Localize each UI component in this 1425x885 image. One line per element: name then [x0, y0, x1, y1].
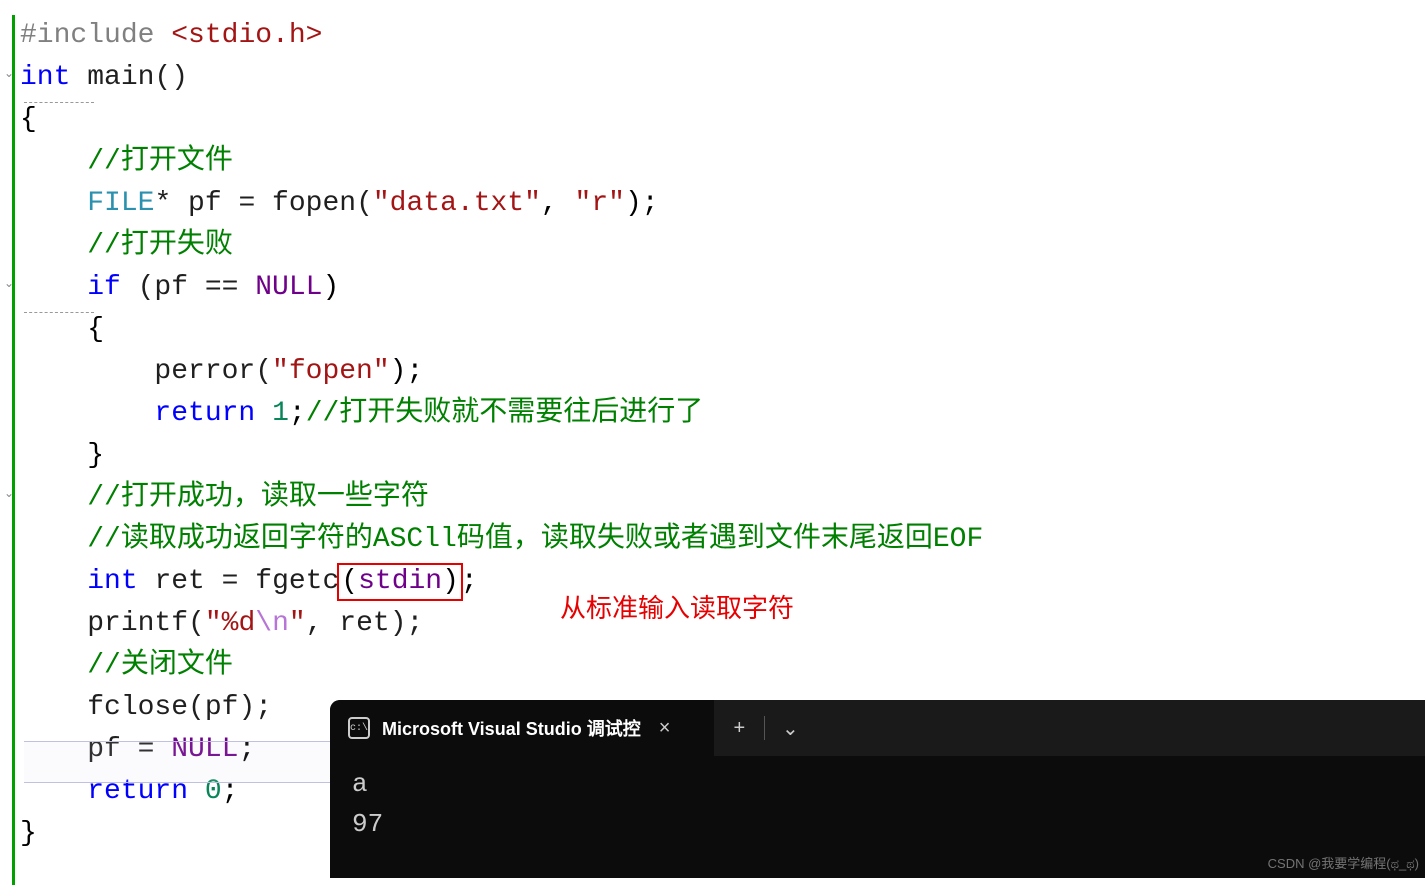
code-line[interactable]: }: [20, 435, 1425, 477]
terminal-actions: + ⌄: [714, 700, 1425, 756]
fold-dash-icon: [24, 102, 94, 103]
watermark: CSDN @我要学编程(ಥ_ಥ): [1268, 853, 1419, 872]
chevron-down-icon: ⌄: [782, 716, 799, 741]
collapse-caret-icon[interactable]: ⌄: [4, 66, 14, 80]
terminal-output-line: a: [352, 764, 1403, 804]
terminal-window[interactable]: c:\ Microsoft Visual Studio 调试控 × + ⌄ a …: [330, 700, 1425, 878]
code-line[interactable]: //打开成功，读取一些字符: [20, 477, 1425, 519]
annotation-text: 从标准输入读取字符: [560, 588, 794, 625]
fold-dash-icon: [24, 312, 94, 313]
terminal-tab-title: Microsoft Visual Studio 调试控: [382, 715, 641, 741]
code-line[interactable]: return 1;//打开失败就不需要往后进行了: [20, 393, 1425, 435]
collapse-caret-icon[interactable]: ⌄: [4, 276, 14, 290]
code-line[interactable]: if (pf == NULL): [20, 267, 1425, 309]
cmd-icon: c:\: [348, 717, 370, 739]
code-line[interactable]: int main(): [20, 57, 1425, 99]
terminal-output-line: 97: [352, 804, 1403, 844]
code-line[interactable]: //读取成功返回字符的ASCll码值，读取失败或者遇到文件末尾返回EOF: [20, 519, 1425, 561]
highlight-box: (stdin): [337, 563, 463, 601]
new-tab-button[interactable]: +: [714, 700, 764, 756]
collapse-caret-icon[interactable]: ⌄: [4, 486, 14, 500]
code-line[interactable]: {: [20, 309, 1425, 351]
terminal-titlebar[interactable]: c:\ Microsoft Visual Studio 调试控 × + ⌄: [330, 700, 1425, 756]
code-line[interactable]: //打开失败: [20, 225, 1425, 267]
terminal-tab[interactable]: c:\ Microsoft Visual Studio 调试控 ×: [330, 700, 694, 756]
code-line[interactable]: {: [20, 99, 1425, 141]
code-line[interactable]: //打开文件: [20, 141, 1425, 183]
change-indicator-bar: [12, 15, 15, 885]
code-line[interactable]: #include <stdio.h>: [20, 15, 1425, 57]
code-line[interactable]: perror("fopen");: [20, 351, 1425, 393]
close-icon[interactable]: ×: [653, 717, 677, 740]
tab-dropdown-button[interactable]: ⌄: [765, 700, 815, 756]
plus-icon: +: [734, 717, 746, 740]
code-line[interactable]: FILE* pf = fopen("data.txt", "r");: [20, 183, 1425, 225]
code-line[interactable]: //关闭文件: [20, 645, 1425, 687]
terminal-body[interactable]: a 97: [330, 756, 1425, 852]
